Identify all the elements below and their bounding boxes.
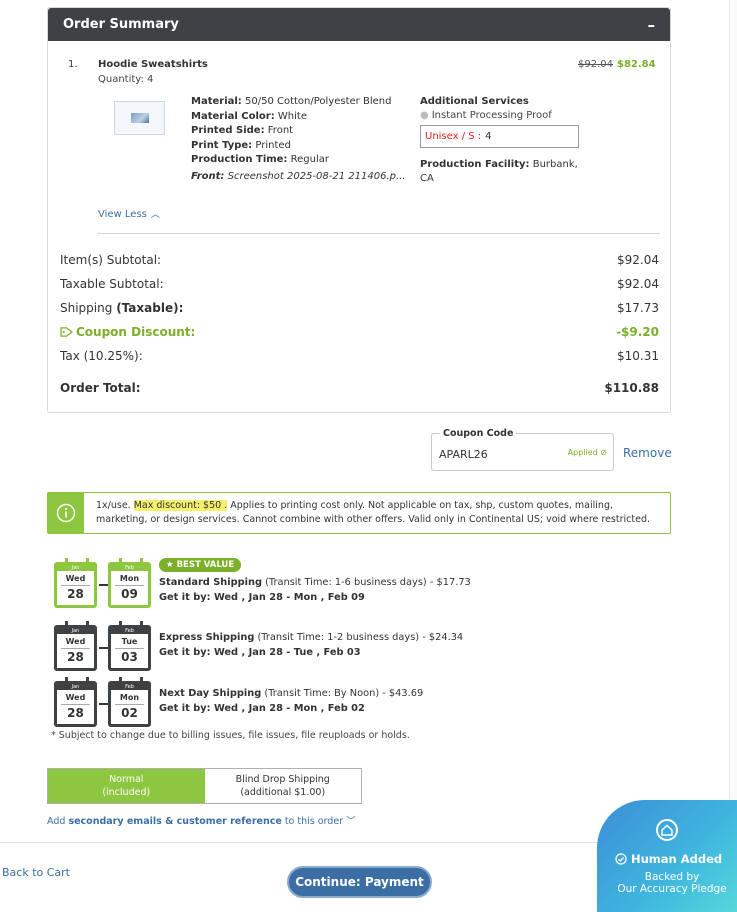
taxable-subtotal-row: Taxable Subtotal: $92.04: [60, 277, 659, 291]
coupon-terms-notice: 1x/use. Max discount: $50 . Applies to p…: [47, 492, 671, 534]
continue-payment-button[interactable]: Continue: Payment: [287, 866, 432, 898]
item-name: Hoodie Sweatshirts: [98, 59, 208, 70]
coupon-discount-row: Coupon Discount: -$9.20: [60, 320, 659, 344]
add-secondary-emails-link[interactable]: Add secondary emails & customer referenc…: [47, 813, 356, 827]
calendar-start-icon: Jan Wed 28: [54, 677, 97, 727]
item-discount-price: $82.84: [617, 59, 656, 70]
chevron-up-icon: ︿: [150, 210, 160, 220]
detail-production-time: Production Time: Regular: [191, 154, 330, 165]
view-less-link[interactable]: View Less ︿: [98, 207, 160, 220]
back-to-cart-link[interactable]: Back to Cart: [2, 866, 70, 879]
best-value-badge: ★ BEST VALUE: [159, 558, 242, 572]
shipping-row: Shipping (Taxable): $17.73: [60, 301, 659, 315]
order-total-row: Order Total: $110.88: [60, 381, 659, 395]
image-thumbnail-icon: [130, 113, 149, 123]
blind-drop-shipping-option[interactable]: Blind Drop Shipping (additional $1.00): [205, 769, 362, 803]
size-label: Unisex / S :: [425, 131, 482, 142]
remove-coupon-link[interactable]: Remove: [623, 446, 672, 460]
calendar-start-icon: Jan Wed 28: [54, 558, 97, 608]
badge-subtitle: Backed by Our Accuracy Pledge: [617, 871, 727, 895]
coupon-code-field[interactable]: Coupon Code APARL26 Applied ⊘: [431, 428, 614, 471]
detail-front-file: Front: Screenshot 2025-08-21 211406.p...: [191, 170, 406, 182]
info-icon: [56, 503, 76, 523]
human-added-badge[interactable]: Human Added Backed by Our Accuracy Pledg…: [597, 800, 737, 912]
notice-text: 1x/use. Max discount: $50 . Applies to p…: [96, 500, 650, 525]
page-scrollbar[interactable]: [729, 0, 737, 912]
calendar-end-icon: Feb Mon 02: [108, 677, 151, 727]
coupon-applied-status: Applied ⊘: [567, 448, 607, 457]
item-quantity: Quantity: 4: [98, 74, 154, 85]
summary-divider: [98, 233, 660, 234]
check-circle-icon: ⊘: [600, 448, 607, 457]
date-range-dash: [99, 647, 108, 649]
shield-home-icon: [656, 819, 678, 841]
detail-printed-side: Printed Side: Front: [191, 125, 294, 136]
size-quantity-box: Unisex / S : 4: [420, 125, 579, 148]
item-original-price: $92.04: [578, 59, 613, 70]
drop-shipping-toggle: Normal (included) Blind Drop Shipping (a…: [47, 768, 362, 804]
order-summary-header[interactable]: Order Summary –: [48, 8, 670, 41]
shipping-footnote: * Subject to change due to billing issue…: [51, 730, 410, 741]
additional-services: Additional Services ● Instant Processing …: [420, 95, 590, 186]
calendar-end-icon: Feb Tue 03: [108, 621, 151, 671]
additional-service-item: ● Instant Processing Proof: [420, 110, 552, 121]
tag-icon: [60, 327, 73, 337]
additional-services-title: Additional Services: [420, 96, 529, 107]
bullet-dot-icon: ●: [420, 110, 429, 121]
footer-divider: [0, 842, 600, 843]
item-index: 1.: [68, 59, 78, 70]
normal-shipping-option[interactable]: Normal (included): [48, 769, 205, 803]
shipping-option-text: Express Shipping (Transit Time: 1-2 busi…: [159, 632, 464, 658]
shipping-option-standard[interactable]: Jan Wed 28 Feb Mon 09 ★ BEST VALUE Stand…: [54, 558, 654, 610]
badge-title: Human Added: [615, 852, 722, 866]
notice-icon-box: [48, 493, 84, 533]
detail-material: Material: 50/50 Cotton/Polyester Blend: [191, 96, 392, 107]
order-summary-panel: Order Summary – 1. Hoodie Sweatshirts Qu…: [47, 7, 671, 413]
tax-row: Tax (10.25%): $10.31: [60, 349, 659, 363]
items-subtotal-row: Item(s) Subtotal: $92.04: [60, 253, 659, 267]
item-thumbnail[interactable]: [114, 101, 165, 135]
calendar-end-icon: Feb Mon 09: [108, 558, 151, 608]
date-range-dash: [99, 703, 108, 705]
coupon-code-input[interactable]: APARL26: [439, 448, 488, 461]
check-circle-icon: [615, 853, 627, 865]
chevron-down-icon: ﹀: [346, 816, 356, 827]
collapse-minus-icon[interactable]: –: [648, 16, 656, 34]
detail-material-color: Material Color: White: [191, 110, 307, 122]
totals-section: Item(s) Subtotal: $92.04 Taxable Subtota…: [60, 248, 659, 400]
detail-print-type: Print Type: Printed: [191, 139, 291, 151]
calendar-start-icon: Jan Wed 28: [54, 621, 97, 671]
date-range-dash: [99, 584, 108, 586]
size-quantity: 4: [485, 131, 492, 142]
max-discount-highlight: Max discount: $50 .: [133, 500, 228, 511]
item-details: Material: 50/50 Cotton/Polyester Blend M…: [191, 95, 406, 184]
order-summary-title: Order Summary: [63, 17, 179, 32]
shipping-option-text: Standard Shipping (Transit Time: 1-6 bus…: [159, 577, 471, 603]
shipping-option-express[interactable]: Jan Wed 28 Feb Tue 03 Express Shipping (…: [54, 621, 654, 673]
production-facility: Production Facility: Burbank, CA: [420, 159, 578, 184]
shipping-option-next-day[interactable]: Jan Wed 28 Feb Mon 02 Next Day Shipping …: [54, 677, 654, 729]
coupon-code-label: Coupon Code: [440, 428, 517, 439]
shipping-option-text: Next Day Shipping (Transit Time: By Noon…: [159, 688, 424, 714]
